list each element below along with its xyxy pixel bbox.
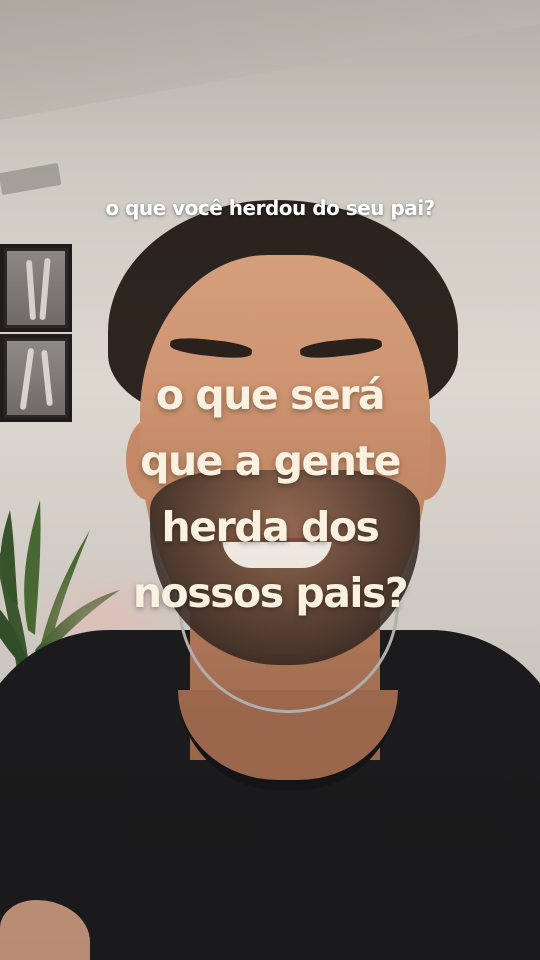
caption-main-line-4: nossos pais? xyxy=(132,569,409,617)
caption-main-line-2: que a gente xyxy=(140,437,401,485)
caption-main-line-3: herda dos xyxy=(161,503,380,551)
caption-question-top: o que você herdou do seu pai? xyxy=(105,196,435,220)
caption-main-line-1: o que será xyxy=(155,371,386,419)
caption-main: o que será que a gente herda dos nossos … xyxy=(0,362,540,626)
